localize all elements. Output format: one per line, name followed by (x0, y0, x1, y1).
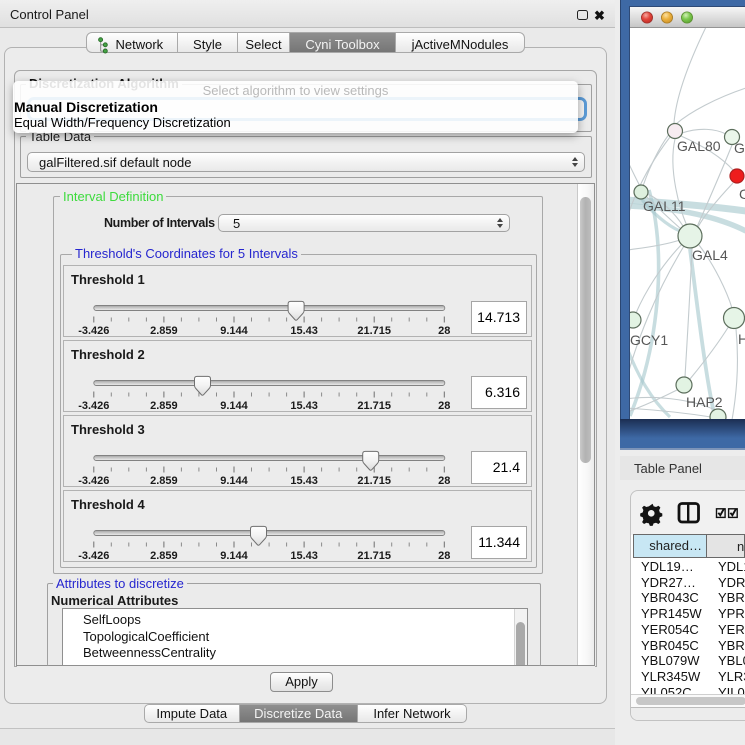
svg-text:9.144: 9.144 (220, 325, 248, 337)
svg-text:9.144: 9.144 (220, 475, 248, 487)
svg-text:GAL11: GAL11 (643, 198, 686, 214)
svg-text:GAL80: GAL80 (677, 138, 721, 154)
svg-text:9.144: 9.144 (220, 550, 248, 562)
svg-text:-3.426: -3.426 (78, 550, 109, 562)
svg-text:15.43: 15.43 (290, 325, 318, 337)
svg-text:C: C (739, 186, 745, 202)
svg-text:21.715: 21.715 (357, 325, 391, 337)
svg-text:H: H (738, 331, 745, 347)
svg-text:28: 28 (438, 325, 450, 337)
svg-text:21.715: 21.715 (357, 400, 391, 412)
svg-text:9.144: 9.144 (220, 400, 248, 412)
svg-text:2.859: 2.859 (150, 550, 178, 562)
svg-text:15.43: 15.43 (290, 400, 318, 412)
svg-text:-3.426: -3.426 (78, 325, 109, 337)
svg-text:HAP2: HAP2 (686, 394, 723, 410)
svg-text:GAL4: GAL4 (692, 247, 728, 263)
svg-text:-3.426: -3.426 (78, 400, 109, 412)
svg-text:28: 28 (438, 475, 450, 487)
svg-text:2.859: 2.859 (150, 475, 178, 487)
svg-text:15.43: 15.43 (290, 550, 318, 562)
svg-text:21.715: 21.715 (357, 475, 391, 487)
svg-text:G.: G. (734, 140, 745, 156)
svg-text:GCY1: GCY1 (630, 332, 668, 348)
svg-text:28: 28 (438, 400, 450, 412)
svg-text:28: 28 (438, 550, 450, 562)
svg-text:15.43: 15.43 (290, 475, 318, 487)
svg-text:21.715: 21.715 (357, 550, 391, 562)
svg-text:2.859: 2.859 (150, 400, 178, 412)
svg-text:-3.426: -3.426 (78, 475, 109, 487)
svg-text:2.859: 2.859 (150, 325, 178, 337)
